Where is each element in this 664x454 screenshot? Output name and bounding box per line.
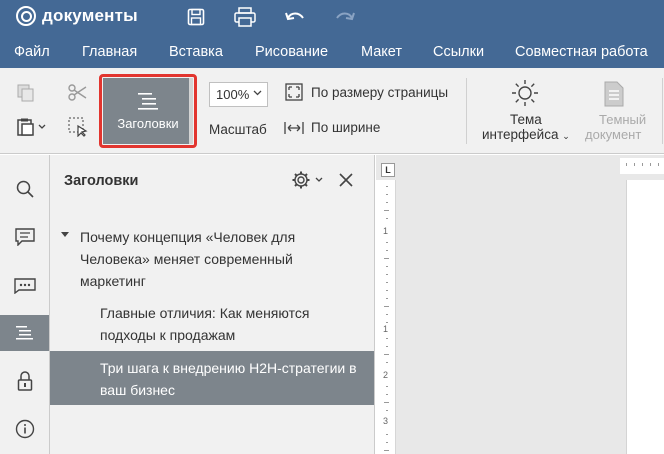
ruler-tick: [384, 402, 389, 403]
title-bar: документы: [0, 0, 664, 36]
ruler-number: 1: [383, 324, 389, 334]
horizontal-ruler: [620, 158, 664, 174]
search-icon[interactable]: [0, 171, 49, 207]
ruler-tick: [386, 386, 388, 387]
ruler-tick: [658, 163, 659, 166]
toolbar-separator: [662, 78, 663, 144]
select-all-icon[interactable]: [66, 116, 90, 138]
menu-collaboration[interactable]: Совместная работа: [515, 44, 648, 60]
save-icon[interactable]: [184, 6, 208, 28]
ruler-tick: [386, 250, 388, 251]
ruler-tick: [386, 338, 388, 339]
ruler-tick: [384, 450, 389, 451]
document-page[interactable]: [626, 180, 664, 454]
collapse-caret-icon[interactable]: [61, 232, 69, 237]
navigation-icon[interactable]: [0, 315, 49, 351]
ruler-tick: [386, 394, 388, 395]
vertical-ruler: [376, 180, 396, 454]
ruler-tick: [384, 306, 389, 307]
app-logo[interactable]: документы: [16, 6, 138, 26]
fit-width-icon[interactable]: [284, 118, 304, 138]
ruler-tick: [384, 210, 389, 211]
dark-doc-label-2: документ: [585, 127, 642, 142]
ruler-tick: [386, 442, 388, 443]
menu-bar: Файл Главная Вставка Рисование Макет Ссы…: [0, 36, 664, 68]
lock-icon[interactable]: [0, 363, 49, 399]
cut-icon[interactable]: [66, 82, 90, 104]
ruler-tick: [650, 163, 651, 166]
tab-stop-selector[interactable]: L: [381, 163, 395, 177]
ruler-tick: [386, 274, 388, 275]
toolbar-separator: [466, 78, 467, 144]
ruler-tick: [386, 218, 388, 219]
print-icon[interactable]: [233, 6, 257, 28]
undo-icon[interactable]: [283, 6, 307, 28]
ruler-number: 3: [383, 416, 389, 426]
paste-icon[interactable]: [14, 116, 50, 138]
fit-page-icon[interactable]: [284, 82, 304, 102]
menu-insert[interactable]: Вставка: [169, 44, 223, 60]
chevron-down-icon: ⌄: [562, 131, 570, 141]
theme-button[interactable]: интерфейса ⌄: [482, 127, 570, 142]
menu-home[interactable]: Главная: [82, 44, 137, 60]
zoom-label: Масштаб: [209, 122, 267, 137]
fit-width-button[interactable]: По ширине: [311, 120, 380, 135]
chevron-down-icon: [253, 88, 262, 99]
ruler-tick: [386, 298, 388, 299]
ruler-tick: [386, 434, 388, 435]
copy-icon[interactable]: [14, 82, 38, 104]
document-canvas: [376, 155, 664, 454]
dark-document-icon[interactable]: [602, 80, 626, 108]
zoom-select[interactable]: 100%: [209, 82, 268, 107]
menu-file[interactable]: Файл: [14, 44, 50, 60]
ruler-number: 2: [383, 370, 389, 380]
ruler-tick: [386, 322, 388, 323]
close-icon[interactable]: [337, 171, 355, 194]
menu-layout[interactable]: Макет: [361, 44, 402, 60]
redo-icon[interactable]: [333, 6, 357, 28]
logo-at-icon: [16, 6, 36, 26]
theme-label-1: Тема: [510, 112, 542, 127]
menu-references[interactable]: Ссылки: [433, 44, 484, 60]
ruler-tick: [386, 266, 388, 267]
info-icon[interactable]: [0, 411, 49, 447]
left-rail: [0, 155, 50, 454]
ruler-tick: [386, 202, 388, 203]
chat-icon[interactable]: [0, 267, 49, 303]
logo-text: документы: [42, 6, 138, 25]
ruler-tick: [386, 242, 388, 243]
zoom-value: 100%: [216, 87, 250, 102]
dark-doc-label-1: Темный: [599, 112, 647, 127]
ruler-tick: [634, 163, 635, 166]
sun-icon[interactable]: [510, 78, 540, 108]
comment-icon[interactable]: [0, 219, 49, 255]
ruler-tick: [626, 163, 627, 166]
heading-item-level-2-selected[interactable]: Три шага к внедрению H2H-стратегии в ваш…: [100, 357, 360, 401]
ruler-tick: [386, 282, 388, 283]
ruler-tick: [384, 258, 389, 259]
gear-icon: [292, 171, 323, 189]
ruler-tick: [384, 354, 389, 355]
heading-item-level-2[interactable]: Главные отличия: Как меняются подходы к …: [100, 302, 360, 346]
ruler-tick: [386, 314, 388, 315]
ruler-tick: [386, 290, 388, 291]
ruler-tick: [386, 362, 388, 363]
theme-label-2: интерфейса: [482, 127, 559, 142]
ruler-tick: [386, 194, 388, 195]
headings-panel: Заголовки Почему концепция «Человек для …: [50, 155, 375, 454]
ruler-tick: [386, 410, 388, 411]
menu-draw[interactable]: Рисование: [255, 44, 328, 60]
highlight-outline: [99, 74, 197, 148]
ruler-tick: [386, 346, 388, 347]
toolbar: Заголовки 100% Масштаб По размеру страни…: [0, 68, 664, 154]
settings-button[interactable]: [291, 170, 325, 195]
panel-title: Заголовки: [64, 173, 139, 189]
fit-page-button[interactable]: По размеру страницы: [311, 85, 448, 100]
heading-item-level-1[interactable]: Почему концепция «Человек для Человека» …: [80, 226, 330, 292]
ruler-number: 1: [383, 226, 389, 236]
ruler-tick: [386, 186, 388, 187]
ruler-tick: [642, 163, 643, 166]
